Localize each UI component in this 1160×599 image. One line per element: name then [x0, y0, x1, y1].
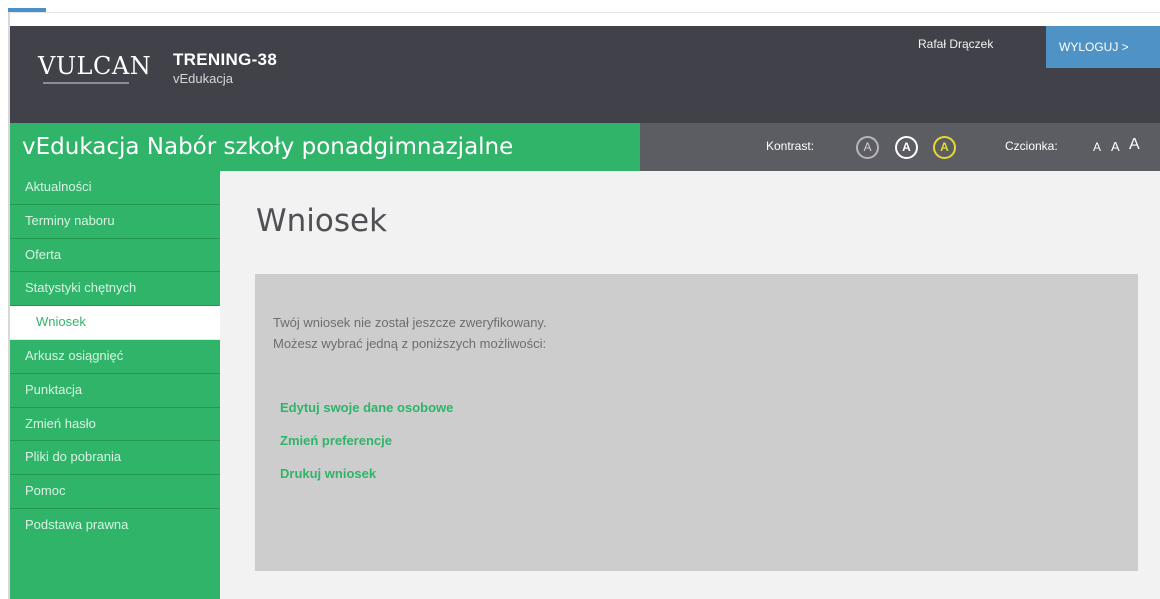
- font-size-label: Czcionka:: [1005, 139, 1058, 153]
- sidebar-item-terminy-naboru[interactable]: Terminy naboru: [10, 205, 220, 239]
- contrast-normal-button[interactable]: A: [856, 136, 879, 159]
- contrast-yellow-button[interactable]: A: [933, 136, 956, 159]
- page-title: Wniosek: [256, 203, 388, 239]
- print-application-link[interactable]: Drukuj wniosek: [280, 466, 376, 481]
- font-small-button[interactable]: A: [1093, 140, 1101, 154]
- vulcan-logo: VULCAN: [38, 52, 152, 80]
- logo-tagline-bar: [43, 82, 129, 84]
- sidebar-item-pomoc[interactable]: Pomoc: [10, 475, 220, 509]
- application-panel: Twój wniosek nie został jeszcze zweryfik…: [255, 274, 1138, 571]
- options-message: Możesz wybrać jedną z poniższych możliwo…: [273, 336, 547, 351]
- contrast-label: Kontrast:: [766, 139, 815, 153]
- school-name: TRENING-38: [173, 50, 278, 69]
- sidebar-item-aktualnosci[interactable]: Aktualności: [10, 171, 220, 205]
- app-window: VULCAN TRENING-38 vEdukacja Rafał Drącze…: [10, 26, 1160, 599]
- logout-button[interactable]: WYLOGUJ >: [1046, 26, 1160, 68]
- school-subtitle: vEdukacja: [173, 71, 233, 86]
- top-header: VULCAN TRENING-38 vEdukacja Rafał Drącze…: [10, 26, 1160, 123]
- sidebar-item-zmien-haslo[interactable]: Zmień hasło: [10, 408, 220, 442]
- sidebar-item-statystyki[interactable]: Statystyki chętnych: [10, 272, 220, 307]
- screenshot-frame: VULCAN TRENING-38 vEdukacja Rafał Drącze…: [0, 0, 1160, 599]
- main-content: Wniosek Twój wniosek nie został jeszcze …: [220, 171, 1160, 599]
- user-name: Rafał Drączek: [918, 37, 994, 51]
- status-message: Twój wniosek nie został jeszcze zweryfik…: [273, 315, 547, 330]
- sidebar-item-punktacja[interactable]: Punktacja: [10, 374, 220, 408]
- sidebar-item-arkusz[interactable]: Arkusz osiągnięć: [10, 340, 220, 374]
- module-bar: vEdukacja Nabór szkoły ponadgimnazjalne …: [10, 123, 1160, 171]
- sidebar-item-oferta[interactable]: Oferta: [10, 239, 220, 273]
- font-medium-button[interactable]: A: [1111, 139, 1120, 154]
- module-title: vEdukacja Nabór szkoły ponadgimnazjalne: [10, 123, 640, 171]
- sidebar-nav: Aktualności Terminy naboru Oferta Statys…: [10, 171, 220, 599]
- edit-personal-data-link[interactable]: Edytuj swoje dane osobowe: [280, 400, 453, 415]
- font-large-button[interactable]: A: [1129, 136, 1140, 154]
- change-preferences-link[interactable]: Zmień preferencje: [280, 433, 392, 448]
- contrast-high-button[interactable]: A: [895, 136, 918, 159]
- sidebar-item-pliki[interactable]: Pliki do pobrania: [10, 441, 220, 476]
- sidebar-item-podstawa-prawna[interactable]: Podstawa prawna: [10, 509, 220, 543]
- sidebar-item-wniosek[interactable]: Wniosek: [10, 306, 220, 340]
